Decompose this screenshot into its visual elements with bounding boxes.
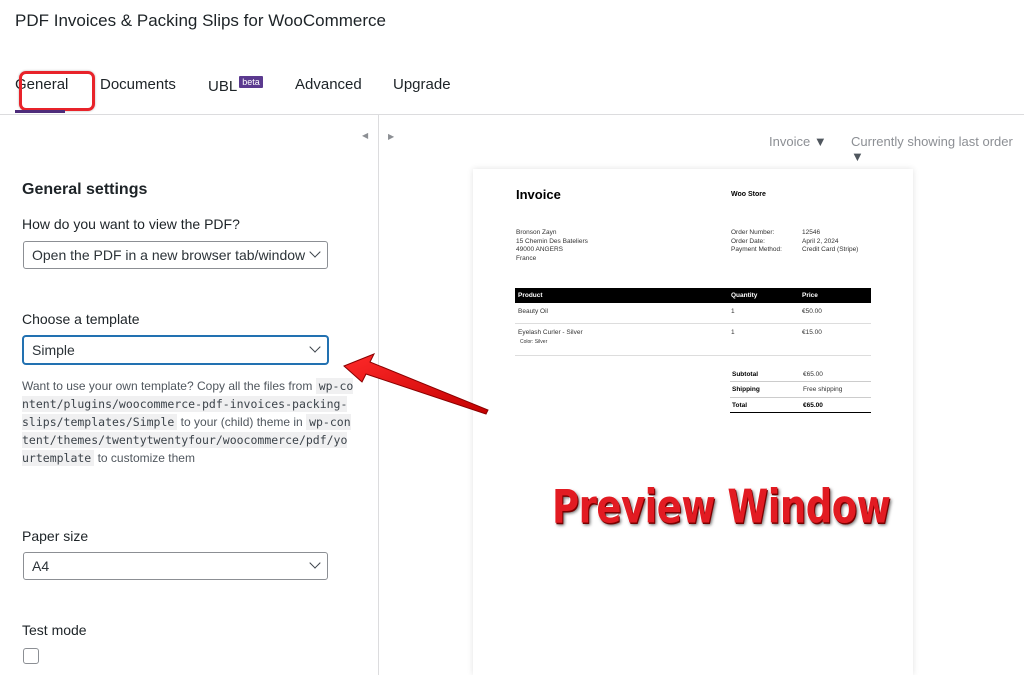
pdf-preview: Invoice Woo Store Bronson Zayn 15 Chemin… xyxy=(473,169,913,675)
template-help-text: Want to use your own template? Copy all … xyxy=(22,377,354,467)
doc-shop-name: Woo Store xyxy=(731,191,766,198)
help-text-1: Want to use your own template? Copy all … xyxy=(22,379,313,393)
document-type-select[interactable]: Invoice ▼ xyxy=(769,134,827,149)
total-label: Shipping xyxy=(732,386,760,393)
chevron-down-icon xyxy=(309,341,321,353)
tab-ubl[interactable]: UBL beta xyxy=(208,76,263,95)
tab-documents[interactable]: Documents xyxy=(100,76,176,93)
total-label: Subtotal xyxy=(732,371,758,378)
item-name: Eyelash Curler - Silver xyxy=(518,329,583,336)
meta-label: Payment Method: xyxy=(731,246,782,253)
address-line: France xyxy=(516,254,537,262)
view-pdf-label: How do you want to view the PDF? xyxy=(22,216,240,232)
paper-size-label: Paper size xyxy=(22,528,89,544)
tab-advanced-label: Advanced xyxy=(295,76,362,93)
settings-panel: ◀ General settings How do you want to vi… xyxy=(0,115,379,675)
tab-ubl-label: UBL xyxy=(208,78,238,95)
tab-advanced[interactable]: Advanced xyxy=(295,76,362,93)
help-text-3: to customize them xyxy=(97,451,195,465)
billing-address: Bronson Zayn 15 Chemin Des Bateliers 490… xyxy=(516,229,588,263)
totals-divider xyxy=(730,397,871,398)
address-line: 49000 ANGERS xyxy=(516,246,563,253)
expand-right-icon[interactable]: ▶ xyxy=(388,132,394,141)
template-select[interactable]: Simple xyxy=(23,336,328,364)
view-pdf-select[interactable]: Open the PDF in a new browser tab/window xyxy=(23,241,328,269)
order-meta-values: 12546 April 2, 2024 Credit Card (Stripe) xyxy=(802,229,858,255)
tab-upgrade-label: Upgrade xyxy=(393,76,451,93)
document-type-value: Invoice xyxy=(769,134,811,149)
row-divider xyxy=(515,355,871,356)
template-value: Simple xyxy=(32,342,75,358)
caret-down-icon: ▼ xyxy=(813,134,827,149)
preview-window-annotation: Preview Window xyxy=(552,480,891,534)
caret-down-icon: ▼ xyxy=(851,149,864,164)
chevron-down-icon xyxy=(309,557,321,569)
collapse-left-icon[interactable]: ◀ xyxy=(362,131,368,140)
tab-general[interactable]: General xyxy=(15,71,95,111)
meta-value: April 2, 2024 xyxy=(802,237,839,245)
test-mode-checkbox[interactable] xyxy=(23,648,39,664)
order-meta-labels: Order Number: Order Date: Payment Method… xyxy=(731,229,782,255)
address-line: Bronson Zayn xyxy=(516,229,557,236)
totals-divider xyxy=(730,412,871,413)
row-divider xyxy=(515,323,871,324)
total-label: Total xyxy=(732,402,748,409)
item-name: Beauty Oil xyxy=(518,308,548,315)
header-price: Price xyxy=(802,292,818,299)
total-value: Free shipping xyxy=(803,386,843,393)
header-quantity: Quantity xyxy=(731,292,758,299)
tab-upgrade[interactable]: Upgrade xyxy=(393,76,451,93)
chevron-down-icon xyxy=(309,246,321,258)
items-table-header: Product Quantity Price xyxy=(515,288,871,303)
total-value: €65.00 xyxy=(803,402,823,409)
item-qty: 1 xyxy=(731,329,735,336)
view-pdf-value: Open the PDF in a new browser tab/window xyxy=(32,247,306,263)
meta-label: Order Number: xyxy=(731,229,775,236)
tab-documents-label: Documents xyxy=(100,76,176,93)
help-text-2: to your (child) theme in xyxy=(180,415,303,429)
total-value: €65.00 xyxy=(803,371,823,378)
paper-size-select[interactable]: A4 xyxy=(23,552,328,580)
item-price: €15.00 xyxy=(802,329,822,336)
active-tab-indicator xyxy=(15,110,65,113)
order-select-value: Currently showing last order xyxy=(851,134,1013,149)
paper-size-value: A4 xyxy=(32,558,50,574)
meta-label: Order Date: xyxy=(731,237,765,245)
item-qty: 1 xyxy=(731,308,735,315)
page-title: PDF Invoices & Packing Slips for WooComm… xyxy=(15,11,386,30)
totals-divider xyxy=(730,381,871,382)
meta-value: 12546 xyxy=(802,229,821,236)
header-product: Product xyxy=(518,292,543,299)
test-mode-label: Test mode xyxy=(22,622,87,638)
annotation-arrow-icon xyxy=(343,353,489,415)
section-title: General settings xyxy=(22,181,148,198)
order-select[interactable]: Currently showing last order ▼ xyxy=(851,134,1024,164)
beta-badge: beta xyxy=(239,76,263,88)
settings-tabs: General Documents UBL beta Advanced Upgra… xyxy=(0,70,1024,114)
doc-title: Invoice xyxy=(516,187,561,202)
meta-value: Credit Card (Stripe) xyxy=(802,246,859,253)
highlight-box xyxy=(19,71,95,111)
item-meta: Color: Silver xyxy=(520,339,548,345)
address-line: 15 Chemin Des Bateliers xyxy=(516,237,588,245)
item-price: €50.00 xyxy=(802,308,822,315)
template-label: Choose a template xyxy=(22,311,140,327)
